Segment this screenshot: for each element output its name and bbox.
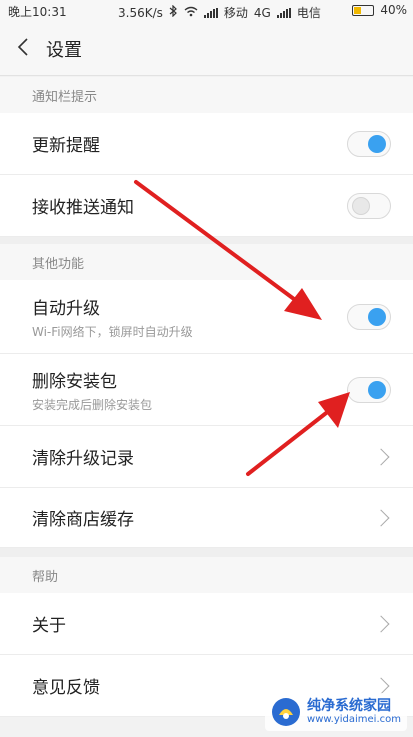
network-type: 4G xyxy=(253,5,271,20)
battery-percent: 40% xyxy=(380,3,407,17)
chevron-right-icon xyxy=(372,677,390,694)
status-time: 晚上10:31 xyxy=(8,4,67,19)
title-bar: 设置 xyxy=(0,22,413,76)
toggle-knob xyxy=(352,196,370,215)
row-label: 清除升级记录 xyxy=(32,449,134,469)
section-header-help: 帮助 xyxy=(0,557,413,593)
signal-icon xyxy=(203,7,218,18)
bluetooth-icon xyxy=(169,4,178,20)
row-push-notify[interactable]: 接收推送通知 xyxy=(0,175,413,237)
toggle-knob xyxy=(368,134,386,153)
row-label: 更新提醒 xyxy=(32,136,100,156)
row-label: 清除商店缓存 xyxy=(32,510,134,530)
page-title: 设置 xyxy=(46,39,82,61)
delete-package-toggle[interactable] xyxy=(347,376,391,403)
carrier-1: 移动 xyxy=(223,6,248,20)
chevron-right-icon xyxy=(372,615,390,632)
push-notify-toggle[interactable] xyxy=(347,192,391,219)
update-reminder-toggle[interactable] xyxy=(347,130,391,157)
status-bar: 晚上10:31 3.56K/s 移动 4G 电信 40% xyxy=(0,0,413,22)
watermark-logo-icon xyxy=(271,697,301,727)
watermark-url: www.yidaimei.com xyxy=(307,714,401,726)
toggle-knob xyxy=(368,307,386,326)
back-button[interactable] xyxy=(0,22,46,76)
auto-upgrade-toggle[interactable] xyxy=(347,303,391,330)
watermark-title: 纯净系统家园 xyxy=(307,697,392,714)
section-divider xyxy=(0,548,413,557)
battery-icon xyxy=(352,4,375,16)
section-header-notify: 通知栏提示 xyxy=(0,77,413,113)
chevron-left-icon xyxy=(17,37,29,60)
row-sublabel: Wi-Fi网络下，锁屏时自动升级 xyxy=(32,324,193,339)
section-header-other: 其他功能 xyxy=(0,244,413,280)
status-right: 40% xyxy=(352,3,407,17)
row-label: 自动升级 xyxy=(32,298,100,319)
row-sublabel: 安装完成后删除安装包 xyxy=(32,397,153,412)
row-label: 接收推送通知 xyxy=(32,198,134,218)
status-speed: 3.56K/s xyxy=(118,5,163,20)
chevron-right-icon xyxy=(372,448,390,465)
toggle-knob xyxy=(368,380,386,399)
row-update-reminder[interactable]: 更新提醒 xyxy=(0,113,413,175)
wifi-icon xyxy=(184,6,198,20)
signal-icon-2 xyxy=(276,7,291,18)
row-label: 删除安装包 xyxy=(32,371,117,392)
row-auto-upgrade[interactable]: 自动升级 Wi-Fi网络下，锁屏时自动升级 xyxy=(0,280,413,354)
row-about[interactable]: 关于 xyxy=(0,593,413,655)
row-delete-package[interactable]: 删除安装包 安装完成后删除安装包 xyxy=(0,354,413,426)
row-label: 关于 xyxy=(32,616,66,636)
status-center: 3.56K/s 移动 4G 电信 xyxy=(118,4,321,21)
chevron-right-icon xyxy=(372,509,390,526)
watermark: 纯净系统家园 www.yidaimei.com xyxy=(265,693,407,731)
section-divider xyxy=(0,237,413,244)
carrier-2: 电信 xyxy=(296,6,321,20)
row-clear-upgrade-log[interactable]: 清除升级记录 xyxy=(0,426,413,488)
row-clear-store-cache[interactable]: 清除商店缓存 xyxy=(0,488,413,548)
